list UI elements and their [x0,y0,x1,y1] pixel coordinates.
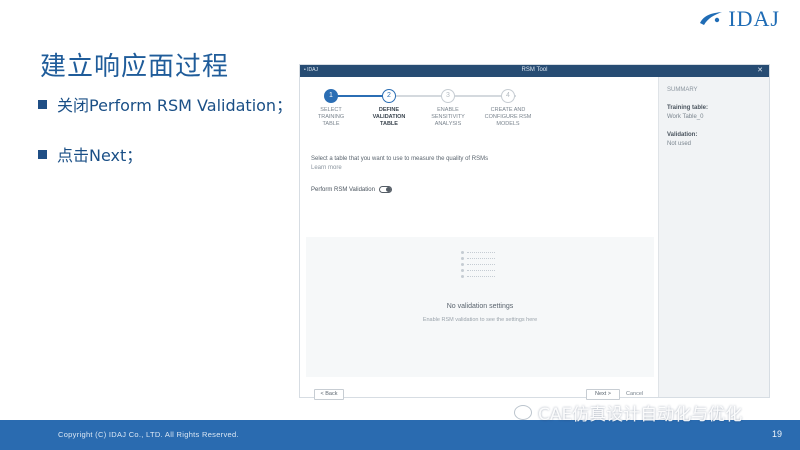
square-bullet-icon [38,149,47,159]
logo-text: IDAJ [728,6,780,31]
step-label: CREATE AND CONFIGURE RSM MODELS [484,107,532,127]
step-define-validation-table[interactable]: 2 DEFINE VALIDATION TABLE [359,87,419,128]
wizard-stepper: 1 SELECT TRAINING TABLE 2 DEFINE VALIDAT… [308,87,538,147]
step-number: 4 [501,89,515,103]
back-button[interactable]: < Back [314,389,344,400]
app-title: RSM Tool [521,67,548,73]
step-enable-sensitivity-analysis[interactable]: 3 ENABLE SENSITIVITY ANALYSIS [418,87,478,128]
app-titlebar: • IDAJ RSM Tool ✕ [300,65,769,77]
step-number: 2 [382,89,396,103]
training-table-value: Work Table_0 [667,114,704,120]
step-description: Select a table that you want to use to m… [311,156,489,162]
next-button[interactable]: Next > [586,389,620,400]
validation-value: Not used [667,141,692,147]
empty-list-icon [461,251,495,281]
empty-state-title: No validation settings [446,303,514,310]
perform-rsm-validation-row: Perform RSM Validation [311,186,392,193]
close-icon[interactable]: ✕ [757,66,763,74]
slide-title: 建立响应面过程 [40,52,230,82]
step-label: DEFINE VALIDATION TABLE [372,107,406,127]
summary-title: SUMMARY [667,87,698,93]
bullet-text: 关闭Perform RSM Validation； [57,96,293,115]
bullet-item: 点击Next； [38,142,292,166]
step-number: 1 [324,89,338,103]
bullet-text: 点击Next； [57,146,143,165]
validation-settings-panel: No validation settings Enable RSM valida… [306,237,654,377]
square-bullet-icon [38,99,47,109]
perform-rsm-validation-toggle[interactable] [378,186,392,193]
training-table-label: Training table: [667,105,709,111]
bullet-item: 关闭Perform RSM Validation； [38,92,292,116]
summary-panel: SUMMARY Training table: Work Table_0 Val… [658,77,769,397]
wechat-icon [514,405,532,420]
step-create-configure-rsm-models[interactable]: 4 CREATE AND CONFIGURE RSM MODELS [478,87,538,128]
idaj-logo: IDAJ [698,6,780,32]
wechat-watermark: CAE仿真设计自动化与优化 [514,400,742,425]
step-label: SELECT TRAINING TABLE [317,107,345,127]
page-number: 19 [771,429,782,439]
validation-label: Validation: [667,132,698,138]
cancel-button[interactable]: Cancel [626,391,643,397]
bullet-list: 关闭Perform RSM Validation； 点击Next； [38,92,292,192]
step-number: 3 [441,89,455,103]
watermark-text: CAE仿真设计自动化与优化 [538,405,743,425]
toggle-label: Perform RSM Validation [311,186,375,193]
rsm-tool-window: • IDAJ RSM Tool ✕ 1 SELECT TRAINING TABL… [299,64,770,400]
swoosh-icon [700,12,723,25]
copyright-text: Copyright (C) IDAJ Co., LTD. All Rights … [58,430,239,439]
toggle-knob [385,187,391,192]
empty-state-subtitle: Enable RSM validation to see the setting… [422,317,538,323]
step-select-training-table[interactable]: 1 SELECT TRAINING TABLE [301,87,361,128]
step-label: ENABLE SENSITIVITY ANALYSIS [431,107,465,127]
learn-more-link[interactable]: Learn more [311,165,342,171]
app-main-panel: 1 SELECT TRAINING TABLE 2 DEFINE VALIDAT… [300,77,658,400]
